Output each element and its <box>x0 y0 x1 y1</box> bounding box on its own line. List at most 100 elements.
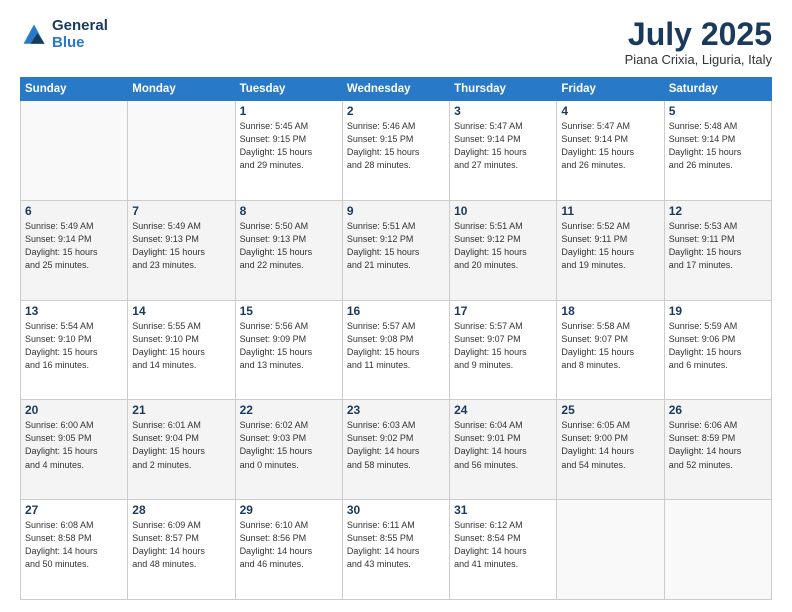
logo: General Blue <box>20 18 108 51</box>
day-detail: Sunrise: 5:51 AM Sunset: 9:12 PM Dayligh… <box>454 220 552 272</box>
page: General Blue July 2025 Piana Crixia, Lig… <box>0 0 792 612</box>
col-header-friday: Friday <box>557 78 664 101</box>
day-number: 25 <box>561 403 659 417</box>
day-detail: Sunrise: 6:10 AM Sunset: 8:56 PM Dayligh… <box>240 519 338 571</box>
day-detail: Sunrise: 5:50 AM Sunset: 9:13 PM Dayligh… <box>240 220 338 272</box>
location: Piana Crixia, Liguria, Italy <box>625 52 772 67</box>
calendar-cell: 28Sunrise: 6:09 AM Sunset: 8:57 PM Dayli… <box>128 500 235 600</box>
day-detail: Sunrise: 6:06 AM Sunset: 8:59 PM Dayligh… <box>669 419 767 471</box>
day-detail: Sunrise: 6:01 AM Sunset: 9:04 PM Dayligh… <box>132 419 230 471</box>
calendar-week-row: 27 Sunrise: 6:08 AM Sunset: 8:58 PM Dayli… <box>21 500 772 600</box>
calendar-cell <box>21 101 128 201</box>
day-number: 9 <box>347 204 445 218</box>
day-detail: Sunrise: 5:53 AM Sunset: 9:11 PM Dayligh… <box>669 220 767 272</box>
logo-icon <box>20 21 48 49</box>
day-detail: Sunrise: 5:45 AM Sunset: 9:15 PM Dayligh… <box>240 120 338 172</box>
day-detail: Sunrise: 5:57 AM Sunset: 9:07 PM Dayligh… <box>454 320 552 372</box>
day-detail: Sunrise: 5:49 AM Sunset: 9:14 PM Dayligh… <box>25 220 123 272</box>
calendar-cell: 3Sunrise: 5:47 AM Sunset: 9:14 PM Daylig… <box>450 101 557 201</box>
logo-blue: Blue <box>52 34 85 51</box>
title-block: July 2025 Piana Crixia, Liguria, Italy <box>625 18 772 67</box>
header: General Blue July 2025 Piana Crixia, Lig… <box>20 18 772 67</box>
calendar-cell: 5 Sunrise: 5:48 AM Sunset: 9:14 PM Daylig… <box>664 101 771 201</box>
day-number: 29 <box>240 503 338 517</box>
day-detail: Sunrise: 6:08 AM Sunset: 8:58 PM Dayligh… <box>25 519 123 571</box>
calendar-week-row: 6 Sunrise: 5:49 AM Sunset: 9:14 PM Daylig… <box>21 200 772 300</box>
calendar-week-row: 13Sunrise: 5:54 AM Sunset: 9:10 PM Dayli… <box>21 300 772 400</box>
day-detail: Sunrise: 5:47 AM Sunset: 9:14 PM Dayligh… <box>561 120 659 172</box>
day-number: 26 <box>669 403 767 417</box>
calendar-cell: 29 Sunrise: 6:10 AM Sunset: 8:56 PM Dayli… <box>235 500 342 600</box>
day-number: 11 <box>561 204 659 218</box>
day-number: 21 <box>132 403 230 417</box>
calendar-table: SundayMondayTuesdayWednesdayThursdayFrid… <box>20 77 772 600</box>
calendar-cell: 20Sunrise: 6:00 AM Sunset: 9:05 PM Dayli… <box>21 400 128 500</box>
day-number: 12 <box>669 204 767 218</box>
day-number: 2 <box>347 104 445 118</box>
col-header-monday: Monday <box>128 78 235 101</box>
day-number: 20 <box>25 403 123 417</box>
calendar-cell: 16 Sunrise: 5:57 AM Sunset: 9:08 PM Dayli… <box>342 300 449 400</box>
day-detail: Sunrise: 6:11 AM Sunset: 8:55 PM Dayligh… <box>347 519 445 571</box>
calendar-cell: 9 Sunrise: 5:51 AM Sunset: 9:12 PM Daylig… <box>342 200 449 300</box>
calendar-cell: 1Sunrise: 5:45 AM Sunset: 9:15 PM Daylig… <box>235 101 342 201</box>
col-header-wednesday: Wednesday <box>342 78 449 101</box>
day-detail: Sunrise: 5:56 AM Sunset: 9:09 PM Dayligh… <box>240 320 338 372</box>
calendar-cell: 26 Sunrise: 6:06 AM Sunset: 8:59 PM Dayli… <box>664 400 771 500</box>
day-detail: Sunrise: 5:48 AM Sunset: 9:14 PM Dayligh… <box>669 120 767 172</box>
calendar-cell: 7 Sunrise: 5:49 AM Sunset: 9:13 PM Daylig… <box>128 200 235 300</box>
day-number: 22 <box>240 403 338 417</box>
day-number: 6 <box>25 204 123 218</box>
day-number: 5 <box>669 104 767 118</box>
day-detail: Sunrise: 5:57 AM Sunset: 9:08 PM Dayligh… <box>347 320 445 372</box>
day-detail: Sunrise: 5:54 AM Sunset: 9:10 PM Dayligh… <box>25 320 123 372</box>
day-number: 15 <box>240 304 338 318</box>
calendar-week-row: 1Sunrise: 5:45 AM Sunset: 9:15 PM Daylig… <box>21 101 772 201</box>
col-header-sunday: Sunday <box>21 78 128 101</box>
day-number: 7 <box>132 204 230 218</box>
calendar-cell: 30 Sunrise: 6:11 AM Sunset: 8:55 PM Dayli… <box>342 500 449 600</box>
col-header-saturday: Saturday <box>664 78 771 101</box>
day-number: 31 <box>454 503 552 517</box>
calendar-cell: 2 Sunrise: 5:46 AM Sunset: 9:15 PM Daylig… <box>342 101 449 201</box>
day-number: 18 <box>561 304 659 318</box>
calendar-week-row: 20Sunrise: 6:00 AM Sunset: 9:05 PM Dayli… <box>21 400 772 500</box>
day-detail: Sunrise: 6:02 AM Sunset: 9:03 PM Dayligh… <box>240 419 338 471</box>
day-detail: Sunrise: 5:51 AM Sunset: 9:12 PM Dayligh… <box>347 220 445 272</box>
calendar-cell: 8Sunrise: 5:50 AM Sunset: 9:13 PM Daylig… <box>235 200 342 300</box>
day-detail: Sunrise: 5:52 AM Sunset: 9:11 PM Dayligh… <box>561 220 659 272</box>
calendar-cell: 4Sunrise: 5:47 AM Sunset: 9:14 PM Daylig… <box>557 101 664 201</box>
day-detail: Sunrise: 5:58 AM Sunset: 9:07 PM Dayligh… <box>561 320 659 372</box>
day-detail: Sunrise: 6:03 AM Sunset: 9:02 PM Dayligh… <box>347 419 445 471</box>
calendar-cell: 21 Sunrise: 6:01 AM Sunset: 9:04 PM Dayli… <box>128 400 235 500</box>
calendar-cell: 18 Sunrise: 5:58 AM Sunset: 9:07 PM Dayli… <box>557 300 664 400</box>
day-number: 16 <box>347 304 445 318</box>
calendar-cell <box>557 500 664 600</box>
calendar-cell: 10 Sunrise: 5:51 AM Sunset: 9:12 PM Dayli… <box>450 200 557 300</box>
calendar-cell: 31Sunrise: 6:12 AM Sunset: 8:54 PM Dayli… <box>450 500 557 600</box>
day-number: 10 <box>454 204 552 218</box>
logo-text: General Blue <box>52 18 108 51</box>
calendar-cell: 23Sunrise: 6:03 AM Sunset: 9:02 PM Dayli… <box>342 400 449 500</box>
day-detail: Sunrise: 5:49 AM Sunset: 9:13 PM Dayligh… <box>132 220 230 272</box>
calendar-cell: 27 Sunrise: 6:08 AM Sunset: 8:58 PM Dayli… <box>21 500 128 600</box>
calendar-cell: 24 Sunrise: 6:04 AM Sunset: 9:01 PM Dayli… <box>450 400 557 500</box>
day-number: 27 <box>25 503 123 517</box>
day-number: 14 <box>132 304 230 318</box>
calendar-cell: 25 Sunrise: 6:05 AM Sunset: 9:00 PM Dayli… <box>557 400 664 500</box>
day-detail: Sunrise: 6:04 AM Sunset: 9:01 PM Dayligh… <box>454 419 552 471</box>
day-detail: Sunrise: 6:05 AM Sunset: 9:00 PM Dayligh… <box>561 419 659 471</box>
calendar-cell <box>128 101 235 201</box>
day-number: 30 <box>347 503 445 517</box>
day-detail: Sunrise: 5:46 AM Sunset: 9:15 PM Dayligh… <box>347 120 445 172</box>
calendar-cell: 17 Sunrise: 5:57 AM Sunset: 9:07 PM Dayli… <box>450 300 557 400</box>
calendar-cell <box>664 500 771 600</box>
col-header-thursday: Thursday <box>450 78 557 101</box>
day-number: 24 <box>454 403 552 417</box>
calendar-cell: 11 Sunrise: 5:52 AM Sunset: 9:11 PM Dayli… <box>557 200 664 300</box>
calendar-cell: 19Sunrise: 5:59 AM Sunset: 9:06 PM Dayli… <box>664 300 771 400</box>
month-year: July 2025 <box>625 18 772 50</box>
day-number: 3 <box>454 104 552 118</box>
day-number: 17 <box>454 304 552 318</box>
calendar-header-row: SundayMondayTuesdayWednesdayThursdayFrid… <box>21 78 772 101</box>
